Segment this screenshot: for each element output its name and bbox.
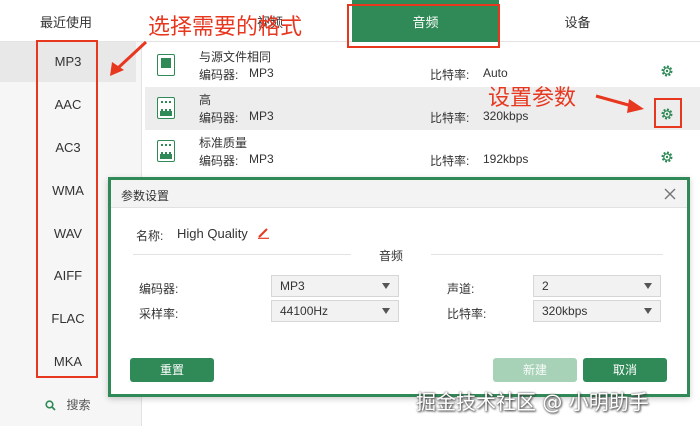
encoder-label: 编码器:	[139, 282, 179, 296]
encoder-select[interactable]: MP3	[271, 275, 399, 297]
caret-down-icon	[382, 283, 390, 289]
tab-device[interactable]: 设备	[520, 0, 635, 42]
channel-label: 声道:	[447, 282, 475, 296]
quality-file-icon	[157, 54, 175, 76]
bitrate-label: 比特率:	[447, 307, 487, 321]
quality-item[interactable]: 与源文件相同 编码器: MP3 比特率: Auto	[145, 44, 700, 87]
samplerate-select-value: 44100Hz	[280, 304, 329, 318]
encoder-label: 编码器:	[199, 154, 239, 168]
samplerate-label: 采样率:	[139, 307, 179, 321]
samplerate-select[interactable]: 44100Hz	[271, 300, 399, 322]
quality-item[interactable]: 标准质量 编码器: MP3 比特率: 192kbps	[145, 130, 700, 173]
dialog-header: 参数设置	[111, 180, 687, 208]
caret-down-icon	[382, 308, 390, 314]
bitrate-label: 比特率:	[430, 68, 470, 82]
bitrate-select-value: 320kbps	[542, 304, 588, 318]
encoder-value: MP3	[249, 109, 274, 123]
new-button[interactable]: 新建	[493, 358, 577, 382]
bitrate-select[interactable]: 320kbps	[533, 300, 661, 322]
quality-name: 与源文件相同	[199, 50, 272, 64]
annotation-set-params: 设置参数	[488, 86, 577, 111]
quality-file-icon	[157, 97, 175, 119]
reset-button[interactable]: 重置	[130, 358, 214, 382]
bitrate-label: 比特率:	[430, 111, 470, 125]
encoder-label: 编码器:	[199, 111, 239, 125]
bitrate-label: 比特率:	[430, 154, 470, 168]
gear-icon[interactable]	[660, 150, 674, 164]
quality-item-selected[interactable]: 高 编码器: MP3 比特率: 320kbps	[145, 87, 700, 130]
annotation-box-gear	[654, 98, 682, 128]
dialog-title: 参数设置	[121, 189, 170, 203]
encoder-value: MP3	[249, 152, 274, 166]
pencil-icon[interactable]	[257, 226, 270, 239]
bitrate-value: 192kbps	[483, 152, 529, 166]
annotation-box-audio-tab	[347, 4, 500, 48]
annotation-box-formats	[36, 40, 98, 378]
watermark: 掘金技术社区 @ 小明助手	[416, 390, 649, 414]
quality-list: 与源文件相同 编码器: MP3 比特率: Auto 高 编码器: MP3 比特率…	[145, 42, 700, 182]
caret-down-icon	[644, 308, 652, 314]
preset-name-label: 名称:	[136, 229, 164, 243]
preset-name-value: High Quality	[177, 226, 248, 241]
encoder-select-value: MP3	[280, 279, 305, 293]
quality-name: 高	[199, 93, 212, 107]
quality-file-icon	[157, 140, 175, 162]
tab-recent[interactable]: 最近使用	[0, 0, 150, 42]
annotation-choose-format: 选择需要的格式	[148, 15, 303, 40]
quality-name: 标准质量	[199, 136, 248, 150]
close-icon[interactable]	[663, 187, 677, 201]
search-label: 搜索	[66, 398, 91, 412]
parameter-settings-dialog: 参数设置 名称: High Quality 音频 编码器: MP3 声道: 2 …	[108, 177, 690, 397]
caret-down-icon	[644, 283, 652, 289]
search-icon	[45, 400, 57, 411]
channel-select-value: 2	[542, 279, 549, 293]
bitrate-value: Auto	[483, 66, 508, 80]
audio-section-title: 音频	[351, 247, 431, 264]
channel-select[interactable]: 2	[533, 275, 661, 297]
cancel-button[interactable]: 取消	[583, 358, 667, 382]
gear-icon[interactable]	[660, 64, 674, 78]
encoder-label: 编码器:	[199, 68, 239, 82]
encoder-value: MP3	[249, 66, 274, 80]
